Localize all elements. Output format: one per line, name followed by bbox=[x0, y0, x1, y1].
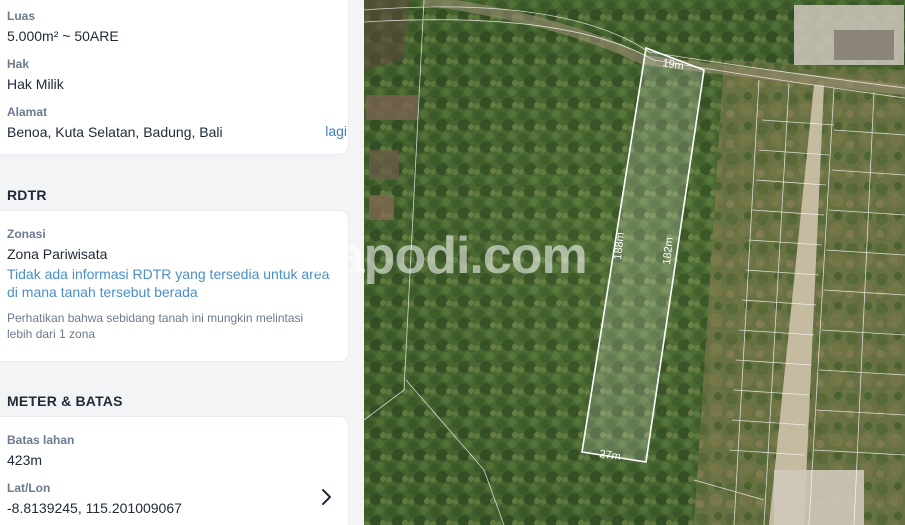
batas-label: Batas lahan bbox=[7, 433, 75, 447]
rdtr-section-title: RDTR bbox=[7, 187, 47, 203]
hak-value: Hak Milik bbox=[7, 76, 64, 92]
latlon-value: -8.8139245, 115.201009067 bbox=[7, 500, 182, 516]
latlon-label: Lat/Lon bbox=[7, 481, 51, 495]
alamat-label: Alamat bbox=[7, 105, 48, 119]
hak-label: Hak bbox=[7, 57, 30, 71]
luas-label: Luas bbox=[7, 9, 36, 23]
chevron-right-icon[interactable] bbox=[318, 487, 334, 507]
property-details-panel: Luas 5.000m² ~ 50ARE Hak Hak Milik Alama… bbox=[0, 0, 364, 525]
rdtr-info-text: Tidak ada informasi RDTR yang tersedia u… bbox=[7, 266, 330, 300]
zonasi-label: Zonasi bbox=[7, 227, 46, 241]
map-canvas: 19m 188m 182m 27m bbox=[364, 0, 905, 525]
meter-section-title: METER & BATAS bbox=[7, 393, 123, 409]
rdtr-zone-note: Perhatikan bahwa sebidang tanah ini mung… bbox=[7, 311, 304, 341]
alamat-value: Benoa, Kuta Selatan, Badung, Bali bbox=[7, 124, 223, 140]
zonasi-value: Zona Pariwisata bbox=[7, 246, 108, 262]
batas-value: 423m bbox=[7, 452, 43, 468]
luas-value: 5.000m² ~ 50ARE bbox=[7, 28, 119, 44]
satellite-map[interactable]: 19m 188m 182m 27m bbox=[364, 0, 905, 525]
show-more-link[interactable]: lagi bbox=[325, 123, 347, 139]
